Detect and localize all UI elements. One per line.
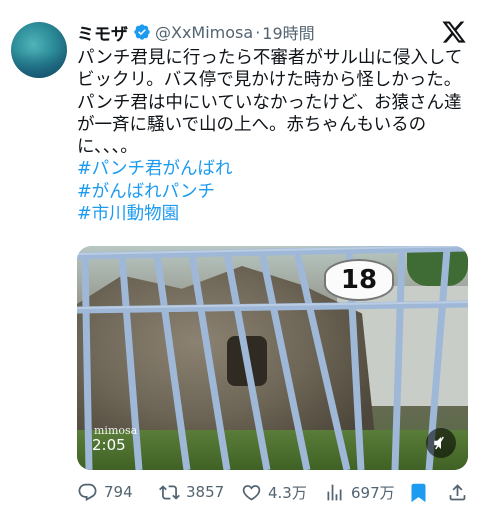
- like-count: 4.3万: [268, 483, 307, 502]
- avatar[interactable]: [11, 22, 67, 78]
- reply-icon: [78, 483, 97, 501]
- like-button[interactable]: 4.3万: [241, 482, 307, 503]
- action-bar: 794 3857 4.3万 697万: [77, 480, 470, 504]
- views-icon: [327, 484, 342, 500]
- like-icon: [242, 484, 261, 501]
- hashtag-link[interactable]: #市川動物園: [77, 203, 472, 225]
- enclosure-number-sign: 18: [324, 259, 394, 301]
- verified-badge-icon: [134, 24, 150, 40]
- share-icon: [449, 483, 466, 500]
- reply-count: 794: [104, 483, 133, 501]
- tweet-text: パンチ君見に行ったら不審者がサル山に侵入して ビックリ。バス停で見かけた時から怪…: [77, 47, 472, 225]
- share-button[interactable]: [447, 482, 468, 503]
- x-logo-icon[interactable]: [441, 19, 467, 45]
- mute-button[interactable]: [426, 428, 456, 458]
- views-button[interactable]: 697万: [324, 482, 395, 503]
- repost-button[interactable]: 3857: [159, 482, 224, 503]
- reply-button[interactable]: 794: [77, 482, 133, 503]
- tweet-header: ミモザ @XxMimosa · 19時間: [77, 20, 315, 45]
- tweet-text-line: パンチ君は中にいていなかったけど、お猿さん達: [77, 92, 462, 113]
- video-player[interactable]: 18 mimosa 2:05: [77, 246, 468, 470]
- author-handle[interactable]: @XxMimosa: [155, 23, 253, 42]
- separator-dot: ·: [255, 22, 261, 42]
- tweet-text-line: に、、、。: [77, 137, 138, 158]
- author-name[interactable]: ミモザ: [77, 20, 128, 45]
- bookmark-icon: [411, 483, 426, 502]
- views-count: 697万: [351, 483, 395, 502]
- tweet-text-line: が一斉に騒いで山の上へ。赤ちゃんもいるの: [77, 114, 427, 135]
- tweet-text-line: パンチ君見に行ったら不審者がサル山に侵入して: [77, 48, 463, 68]
- tweet-time[interactable]: 19時間: [262, 20, 314, 44]
- bookmark-button[interactable]: [408, 482, 429, 503]
- hashtag-link[interactable]: #がんばれパンチ: [77, 181, 472, 203]
- repost-icon: [159, 484, 180, 500]
- tweet-text-line: ビックリ。バス停で見かけた時から怪しかった。: [77, 70, 462, 91]
- repost-count: 3857: [186, 483, 225, 501]
- hashtag-link[interactable]: #パンチ君がんばれ: [77, 158, 472, 180]
- video-duration: 2:05: [92, 436, 126, 454]
- mute-icon: [434, 436, 444, 450]
